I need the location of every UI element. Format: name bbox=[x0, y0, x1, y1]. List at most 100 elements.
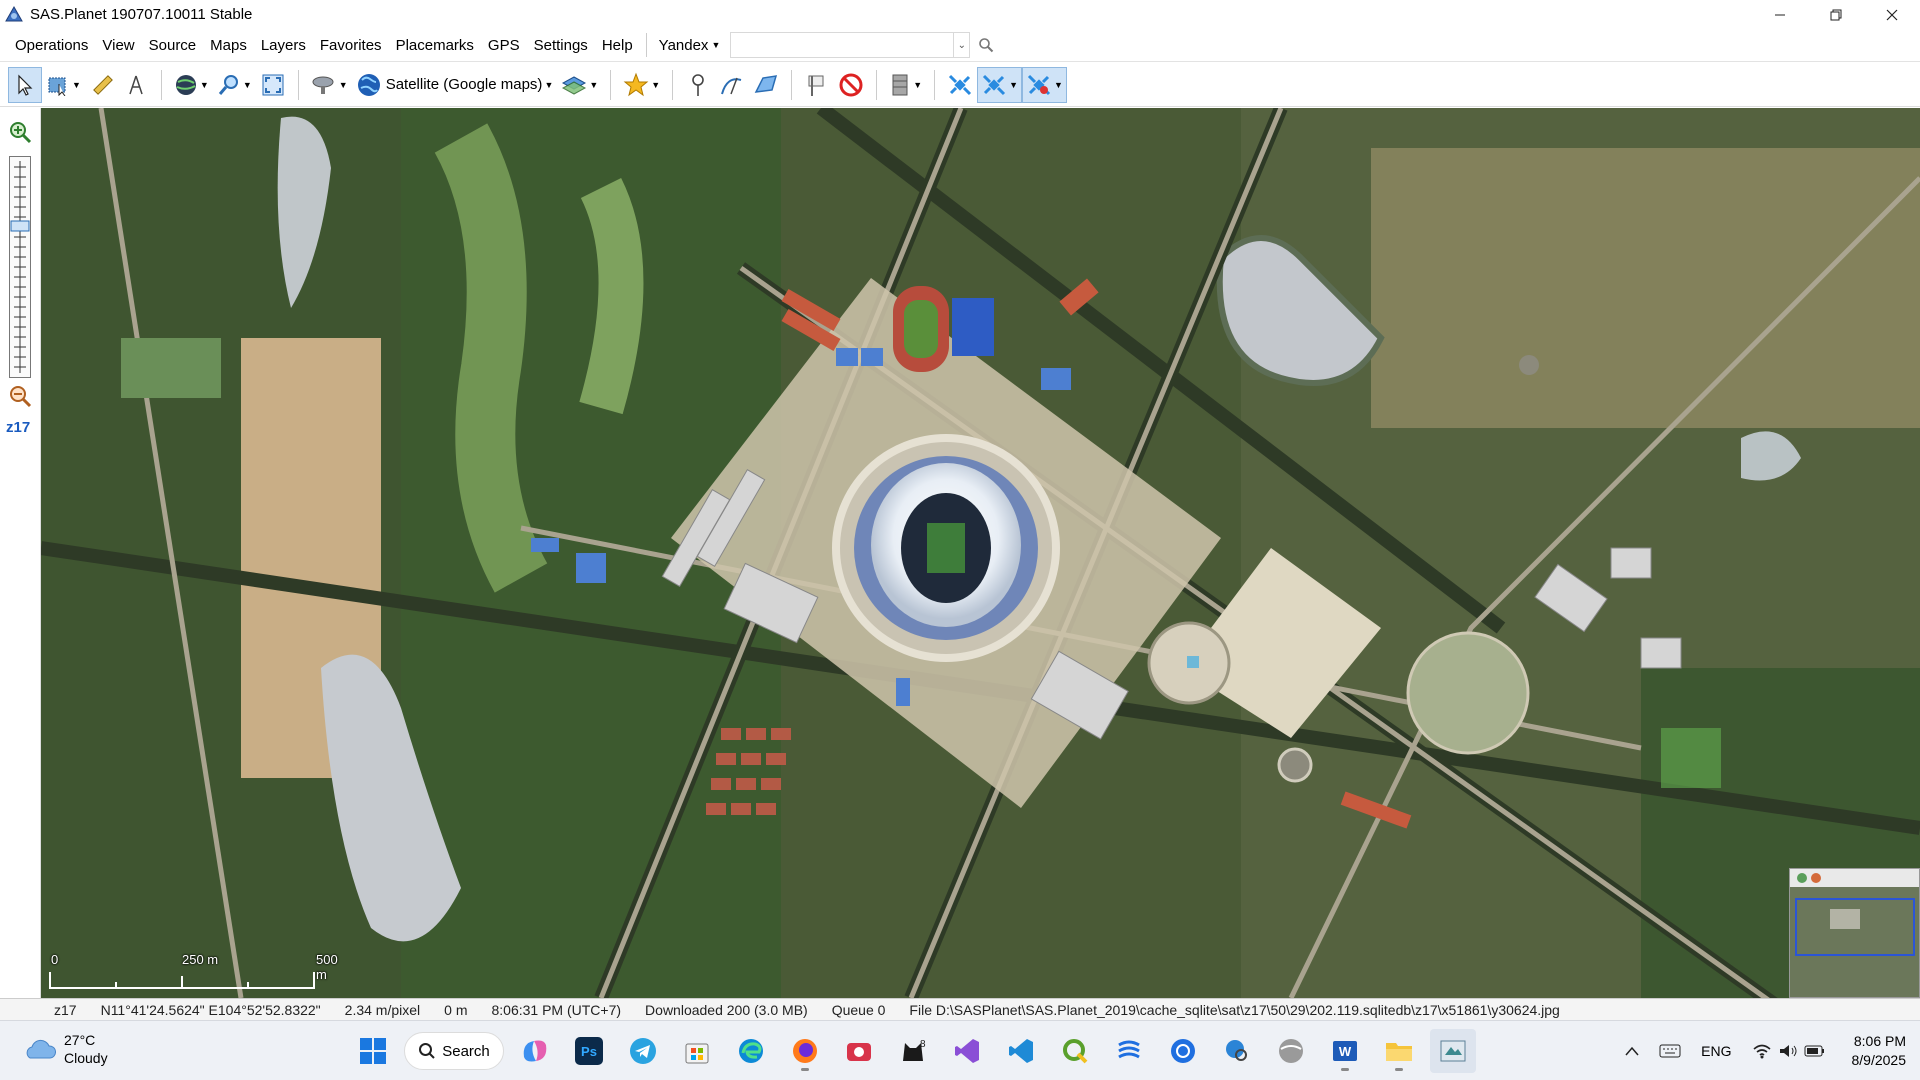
keyboard-icon bbox=[1659, 1044, 1681, 1058]
map-view[interactable] bbox=[41, 108, 1920, 998]
layers-icon bbox=[562, 75, 587, 95]
telegram-taskbar-icon[interactable] bbox=[620, 1029, 666, 1073]
firefox-taskbar-icon[interactable] bbox=[782, 1029, 828, 1073]
sas-planet-window-icon bbox=[1440, 1040, 1466, 1062]
menu-placemarks[interactable]: Placemarks bbox=[389, 29, 481, 62]
zoom-slider-thumb[interactable] bbox=[10, 220, 30, 232]
zoom-slider[interactable] bbox=[9, 156, 31, 378]
chevron-down-icon: ▼ bbox=[913, 79, 923, 90]
hide-placemarks-button[interactable] bbox=[834, 67, 868, 103]
taskbar-apps: Search Ps 8 W bbox=[346, 1029, 1480, 1073]
cursor-arrow-icon bbox=[18, 74, 33, 96]
language-indicator[interactable]: ENG bbox=[1701, 1043, 1731, 1059]
menu-maps[interactable]: Maps bbox=[203, 29, 254, 62]
database-icon bbox=[892, 74, 908, 95]
visual-studio-icon bbox=[955, 1039, 979, 1063]
network-tray-button[interactable] bbox=[1752, 1043, 1826, 1059]
close-button[interactable] bbox=[1864, 0, 1920, 29]
zoom-slider-scale bbox=[10, 161, 30, 373]
toolbar-separator bbox=[876, 69, 878, 100]
cat-app-taskbar-icon[interactable]: 8 bbox=[890, 1029, 936, 1073]
search-button[interactable] bbox=[974, 33, 998, 57]
chevron-down-icon: ▼ bbox=[544, 79, 554, 90]
file-explorer-taskbar-icon[interactable] bbox=[1376, 1029, 1422, 1073]
map-source-selector[interactable]: Satellite (Google maps) ▼ bbox=[352, 67, 558, 103]
qgis-taskbar-icon[interactable] bbox=[1052, 1029, 1098, 1073]
battery-icon bbox=[1804, 1045, 1824, 1057]
satellite-dish-button[interactable]: ▼ bbox=[307, 67, 352, 103]
layers-button[interactable]: ▼ bbox=[557, 67, 602, 103]
visual-studio-taskbar-icon[interactable] bbox=[944, 1029, 990, 1073]
media-app-taskbar-icon[interactable] bbox=[836, 1029, 882, 1073]
weather-widget[interactable]: 27°C Cloudy bbox=[22, 1031, 108, 1067]
minimap[interactable] bbox=[1789, 868, 1920, 998]
edge-browser-icon bbox=[739, 1039, 763, 1063]
gps-connect-button[interactable] bbox=[943, 67, 977, 103]
chevron-down-icon: ▼ bbox=[242, 79, 252, 90]
minimize-icon bbox=[1775, 14, 1785, 15]
restore-button[interactable] bbox=[1808, 0, 1864, 29]
menu-source[interactable]: Source bbox=[142, 29, 204, 62]
video-recorder-icon bbox=[847, 1043, 871, 1061]
select-area-tool-button[interactable]: ▼ bbox=[42, 67, 85, 103]
gps-satellite-icon bbox=[949, 74, 972, 95]
search-provider-dropdown[interactable]: Yandex ▼ bbox=[655, 37, 725, 54]
no-entry-icon bbox=[839, 73, 863, 96]
add-path-button[interactable] bbox=[715, 67, 749, 103]
store-taskbar-icon[interactable] bbox=[674, 1029, 720, 1073]
edge-taskbar-icon[interactable] bbox=[728, 1029, 774, 1073]
taskbar-clock[interactable]: 8:06 PM 8/9/2025 bbox=[1852, 1032, 1907, 1070]
telegram-icon bbox=[630, 1038, 656, 1064]
cloud-icon bbox=[26, 1039, 56, 1059]
taskbar-search-button[interactable]: Search bbox=[404, 1032, 504, 1070]
add-placemark-button[interactable] bbox=[681, 67, 715, 103]
gps-satellite-icon bbox=[1027, 74, 1051, 95]
search-input[interactable]: ⌄ bbox=[730, 32, 971, 58]
satellite-imagery bbox=[41, 108, 1920, 998]
weather-description: Cloudy bbox=[64, 1050, 108, 1066]
menu-favorites[interactable]: Favorites bbox=[313, 29, 389, 62]
wifi-icon bbox=[1752, 1044, 1771, 1059]
globe-search-taskbar-icon[interactable] bbox=[1214, 1029, 1260, 1073]
photoshop-taskbar-icon[interactable]: Ps bbox=[566, 1029, 612, 1073]
fullscreen-icon bbox=[262, 74, 284, 95]
zoom-tool-button[interactable]: ▼ bbox=[213, 67, 256, 103]
zoom-in-icon bbox=[10, 122, 32, 144]
gps-track-button[interactable]: ▼ bbox=[977, 66, 1023, 103]
shield-app-icon bbox=[1171, 1039, 1195, 1063]
show-hidden-icons-button[interactable] bbox=[1625, 1046, 1639, 1056]
search-history-dropdown[interactable]: ⌄ bbox=[953, 33, 969, 57]
earth-app-taskbar-icon[interactable] bbox=[1268, 1029, 1314, 1073]
menu-view[interactable]: View bbox=[95, 29, 141, 62]
stream-app-taskbar-icon[interactable] bbox=[1106, 1029, 1152, 1073]
gps-center-button[interactable]: ▼ bbox=[1022, 66, 1067, 103]
menu-gps[interactable]: GPS bbox=[481, 29, 527, 62]
ruler-tool-button[interactable] bbox=[85, 67, 119, 103]
pointer-tool-button[interactable] bbox=[8, 66, 42, 103]
menu-operations[interactable]: Operations bbox=[8, 29, 95, 62]
minimize-button[interactable] bbox=[1752, 0, 1808, 29]
menu-settings[interactable]: Settings bbox=[527, 29, 595, 62]
cache-button[interactable]: ▼ bbox=[885, 67, 926, 103]
add-polygon-button[interactable] bbox=[749, 67, 783, 103]
start-button[interactable] bbox=[350, 1029, 396, 1073]
menu-help[interactable]: Help bbox=[595, 29, 640, 62]
sas-planet-taskbar-icon[interactable] bbox=[1430, 1029, 1476, 1073]
close-icon bbox=[1886, 9, 1898, 20]
zoom-in-button[interactable] bbox=[7, 120, 33, 146]
keyboard-tray-button[interactable] bbox=[1659, 1043, 1681, 1059]
folder-icon bbox=[1386, 1043, 1412, 1061]
fullscreen-button[interactable] bbox=[256, 67, 290, 103]
calibration-tool-button[interactable] bbox=[119, 67, 153, 103]
zoom-out-button[interactable] bbox=[7, 384, 33, 410]
minimap-plus-icon bbox=[1797, 873, 1807, 883]
favorites-button[interactable]: ▼ bbox=[619, 67, 664, 103]
word-taskbar-icon[interactable]: W bbox=[1322, 1029, 1368, 1073]
vpn-taskbar-icon[interactable] bbox=[1160, 1029, 1206, 1073]
show-placemarks-button[interactable] bbox=[800, 67, 834, 103]
sas-planet-app-icon bbox=[5, 5, 23, 21]
menu-layers[interactable]: Layers bbox=[254, 29, 313, 62]
vscode-taskbar-icon[interactable] bbox=[998, 1029, 1044, 1073]
copilot-taskbar-icon[interactable] bbox=[512, 1029, 558, 1073]
globe-tool-button[interactable]: ▼ bbox=[170, 67, 213, 103]
